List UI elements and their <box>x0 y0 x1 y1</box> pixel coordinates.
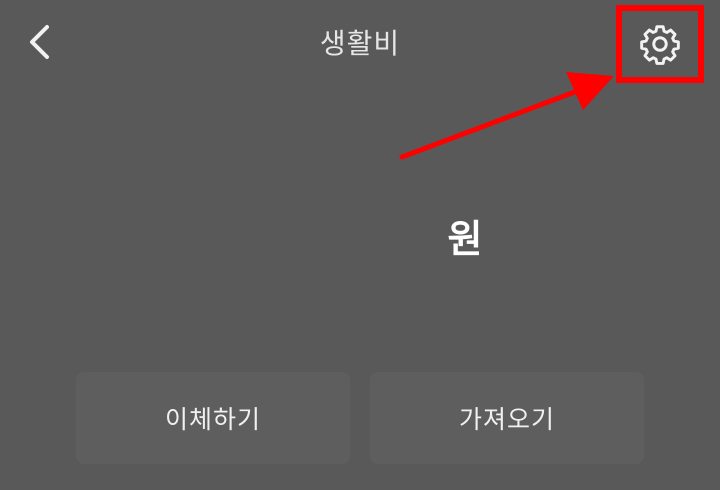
top-bar: 생활비 <box>0 0 720 86</box>
balance-display: 원 <box>0 208 720 263</box>
action-buttons: 이체하기 가져오기 <box>76 372 646 464</box>
currency-unit: 원 <box>447 217 483 261</box>
fetch-button[interactable]: 가져오기 <box>370 372 644 464</box>
fetch-button-label: 가져오기 <box>458 405 555 434</box>
page-title: 생활비 <box>319 27 401 60</box>
account-screen: 생활비 원 이체하기 가져오기 <box>0 0 720 490</box>
transfer-button-label: 이체하기 <box>164 405 261 434</box>
settings-button[interactable] <box>616 5 704 83</box>
gear-icon <box>640 25 680 65</box>
transfer-button[interactable]: 이체하기 <box>76 372 350 464</box>
